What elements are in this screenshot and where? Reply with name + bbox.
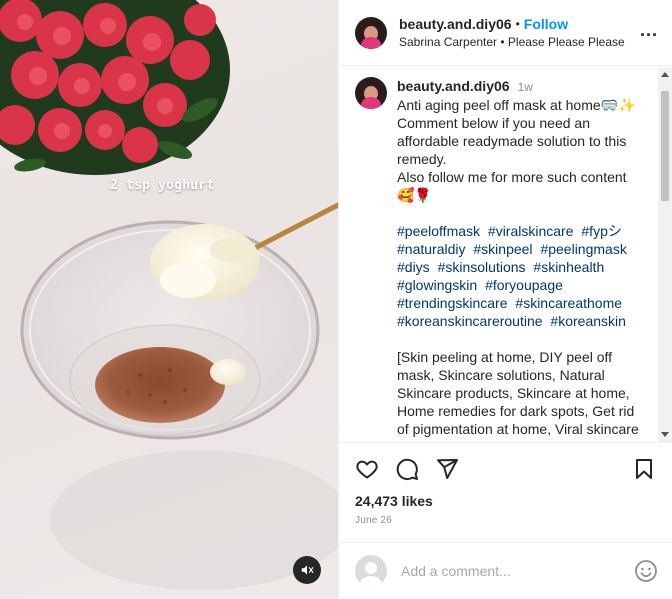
media-overlay-text: 2 tsp yoghurt — [110, 178, 215, 193]
caption-scroll-area[interactable]: beauty.and.diy06 1w Anti aging peel off … — [339, 67, 672, 442]
caption-username[interactable]: beauty.and.diy06 — [397, 77, 510, 95]
post-date[interactable]: June 26 — [355, 515, 656, 526]
hashtag-link[interactable]: #diys — [397, 259, 430, 275]
hashtag-link[interactable]: #naturaldiy — [397, 241, 466, 257]
author-username[interactable]: beauty.and.diy06 — [399, 15, 512, 34]
hashtag-link[interactable]: #koreanskin — [550, 313, 626, 329]
share-button[interactable] — [435, 457, 459, 481]
more-options-icon[interactable]: ... — [640, 21, 658, 45]
hashtag-link[interactable]: #skincareathome — [515, 295, 622, 311]
post-media[interactable]: 2 tsp yoghurt — [0, 0, 338, 599]
hashtag-link[interactable]: #peelingmask — [540, 241, 626, 257]
audio-track[interactable]: Sabrina Carpenter • Please Please Please — [399, 34, 640, 50]
flower-bouquet — [0, 0, 230, 175]
hashtag-link[interactable]: #fypシ — [581, 223, 621, 239]
comment-button[interactable] — [395, 457, 419, 481]
share-icon — [437, 459, 458, 479]
caption-scrollbar[interactable] — [658, 67, 672, 442]
current-user-avatar — [355, 555, 387, 587]
hashtag-link[interactable]: #glowingskin — [397, 277, 477, 293]
emoji-icon[interactable] — [634, 559, 658, 583]
media-photo — [0, 0, 338, 590]
caption-author-avatar[interactable] — [355, 77, 387, 109]
hashtag-link[interactable]: #skinpeel — [473, 241, 532, 257]
scroll-up-arrow[interactable] — [661, 72, 669, 77]
separator-dot: • — [515, 17, 520, 32]
save-button[interactable] — [632, 457, 656, 481]
hashtag-link[interactable]: #foryoupage — [485, 277, 563, 293]
caption-keywords: [Skin peeling at home, DIY peel off mask… — [397, 349, 639, 437]
hashtag-link[interactable]: #koreanskincareroutine — [397, 313, 543, 329]
comment-icon — [396, 458, 418, 481]
spoon — [150, 202, 338, 300]
author-avatar[interactable] — [355, 16, 387, 49]
mute-button[interactable] — [293, 556, 321, 584]
hashtag-link[interactable]: #trendingskincare — [397, 295, 508, 311]
caption: beauty.and.diy06 1w Anti aging peel off … — [339, 67, 672, 438]
bookmark-icon — [636, 459, 652, 479]
post-header: beauty.and.diy06 • Follow Sabrina Carpen… — [339, 0, 672, 66]
hashtag-link[interactable]: #viralskincare — [488, 223, 574, 239]
heart-icon — [356, 460, 378, 479]
hashtag-link[interactable]: #skinhealth — [533, 259, 604, 275]
caption-text: Anti aging peel off mask at home🥽✨ Comme… — [397, 97, 636, 203]
caption-time[interactable]: 1w — [518, 78, 533, 96]
speaker-muted-icon — [301, 565, 314, 575]
comment-box — [339, 542, 672, 599]
scroll-down-arrow[interactable] — [661, 432, 669, 437]
comment-input[interactable] — [401, 563, 634, 579]
scrollbar-thumb[interactable] — [661, 91, 669, 201]
post-side-panel: beauty.and.diy06 • Follow Sabrina Carpen… — [338, 0, 672, 599]
post-actions: 24,473 likes June 26 — [339, 442, 672, 542]
like-button[interactable] — [355, 457, 379, 481]
like-count[interactable]: 24,473 likes — [355, 493, 656, 509]
hashtag-list: #peeloffmask #viralskincare #fypシ #natur… — [397, 222, 643, 330]
hashtag-link[interactable]: #skinsolutions — [438, 259, 526, 275]
follow-button[interactable]: Follow — [524, 15, 568, 34]
hashtag-link[interactable]: #peeloffmask — [397, 223, 480, 239]
